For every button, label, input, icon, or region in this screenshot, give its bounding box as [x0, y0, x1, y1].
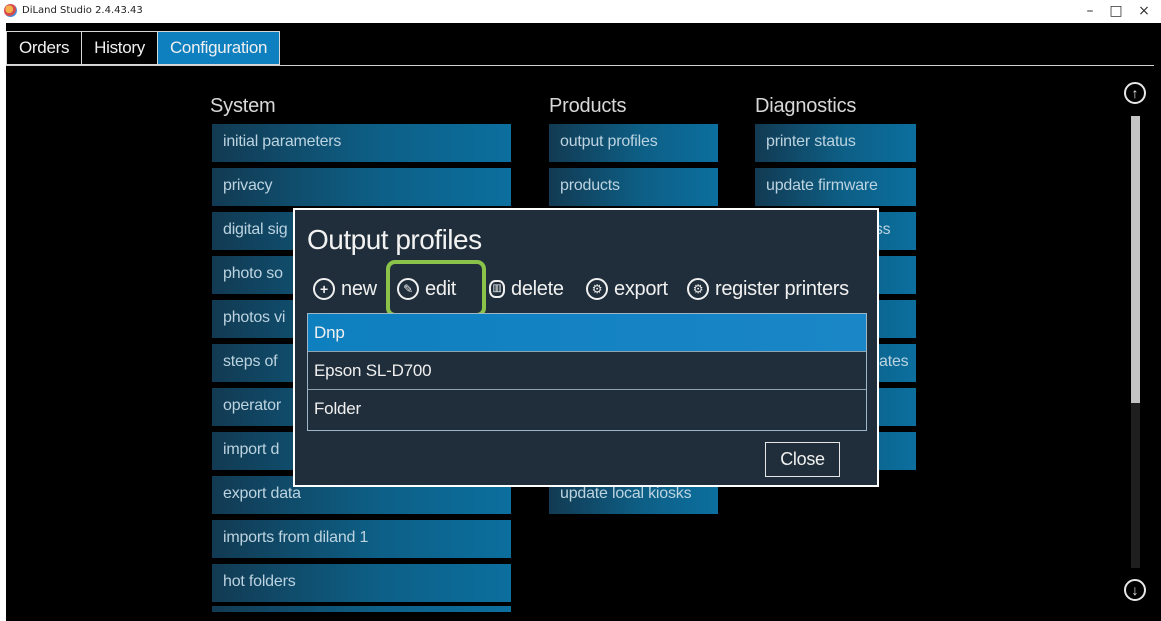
products-section-title: Products — [549, 95, 627, 117]
app-logo-icon — [4, 4, 17, 17]
tab-orders[interactable]: Orders — [6, 31, 82, 65]
products-item-output-profiles[interactable]: output profiles — [549, 124, 718, 162]
tab-configuration[interactable]: Configuration — [156, 31, 281, 65]
new-profile-button[interactable]: + new — [313, 274, 377, 304]
system-item-initial-parameters[interactable]: initial parameters — [212, 124, 511, 162]
products-item-products[interactable]: products — [549, 168, 718, 206]
scroll-up-arrow-icon[interactable]: ↑ — [1124, 82, 1146, 104]
profiles-list[interactable]: Dnp Epson SL-D700 Folder — [307, 313, 867, 431]
window-title: DiLand Studio 2.4.43.43 — [22, 5, 143, 16]
export-profile-button[interactable]: ⚙ export — [586, 274, 668, 304]
register-printers-button[interactable]: ⚙ register printers — [687, 274, 849, 304]
system-item-imports-from-diland[interactable]: imports from diland 1 — [212, 520, 511, 558]
scrollbar-thumb[interactable] — [1131, 116, 1140, 403]
main-tabs: Orders History Configuration — [6, 31, 281, 65]
export-label: export — [614, 277, 668, 300]
register-printers-label: register printers — [715, 277, 849, 300]
output-profiles-dialog: Output profiles + new ✎ edit ▥ delete ⚙ … — [293, 208, 879, 487]
maximize-button[interactable]: □ — [1104, 2, 1128, 20]
diagnostics-item-printer-status[interactable]: printer status — [755, 124, 916, 162]
list-item[interactable]: Epson SL-D700 — [308, 352, 866, 390]
diagnostics-section-title: Diagnostics — [755, 95, 857, 117]
gear-icon: ⚙ — [687, 278, 709, 300]
diagnostics-item-update-firmware[interactable]: update firmware — [755, 168, 916, 206]
close-dialog-button[interactable]: Close — [765, 442, 840, 477]
scroll-down-arrow-icon[interactable]: ↓ — [1124, 579, 1146, 601]
system-item-privacy[interactable]: privacy — [212, 168, 511, 206]
minimize-button[interactable]: – — [1078, 2, 1102, 20]
list-item[interactable]: Folder — [308, 390, 866, 428]
list-item[interactable]: Dnp — [308, 314, 866, 352]
system-section-title: System — [210, 95, 276, 117]
title-bar: DiLand Studio 2.4.43.43 – □ × — [0, 0, 1161, 23]
delete-profile-button[interactable]: ▥ delete — [489, 274, 564, 304]
new-label: new — [341, 277, 377, 300]
plus-circle-icon: + — [313, 278, 335, 300]
delete-label: delete — [511, 277, 564, 300]
gear-icon: ⚙ — [586, 278, 608, 300]
dialog-title: Output profiles — [307, 224, 482, 255]
tab-history[interactable]: History — [81, 31, 157, 65]
scrollbar-track[interactable] — [1131, 116, 1140, 568]
app-area: Orders History Configuration System init… — [6, 23, 1161, 621]
system-item-hot-folders[interactable]: hot folders — [212, 564, 511, 602]
edit-button-highlight — [386, 260, 486, 317]
trash-icon: ▥ — [489, 280, 505, 298]
close-window-button[interactable]: × — [1132, 2, 1156, 20]
system-item-partial[interactable] — [212, 606, 511, 612]
tab-divider — [6, 65, 1154, 66]
